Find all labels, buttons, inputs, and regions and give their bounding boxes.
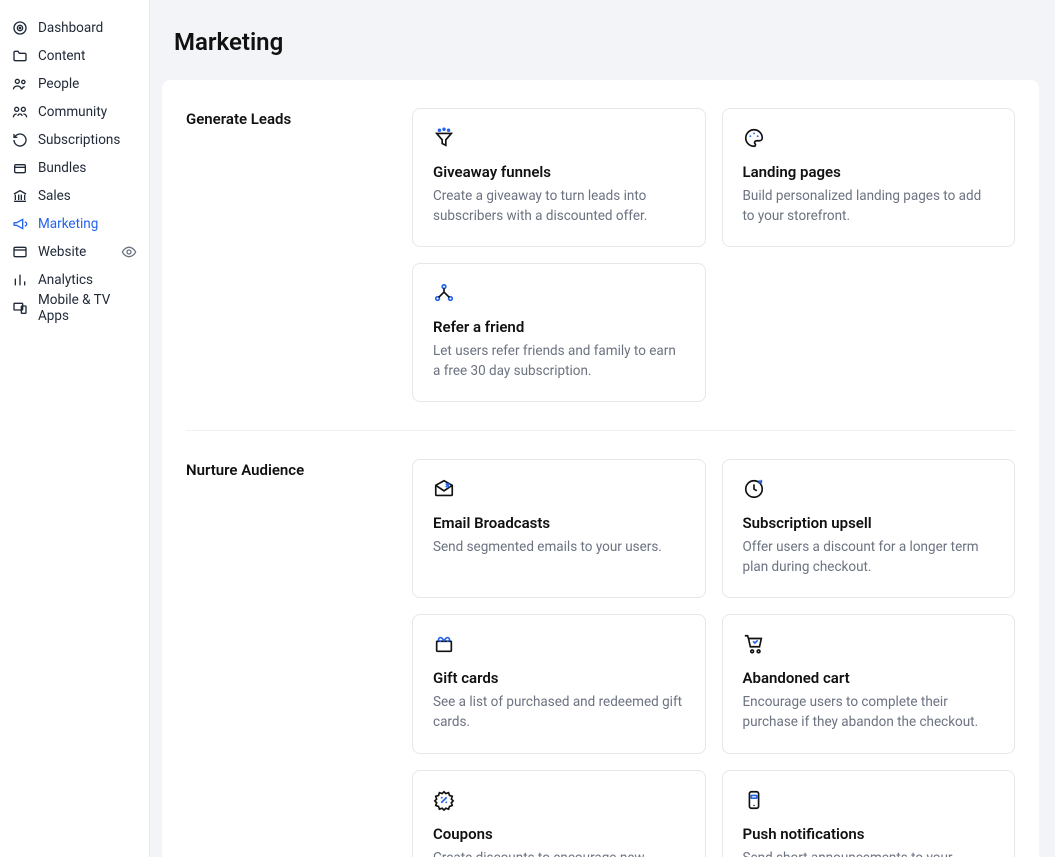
phone-notification-icon bbox=[743, 789, 765, 811]
sidebar-item-people[interactable]: People bbox=[0, 70, 149, 98]
cart-icon bbox=[743, 633, 765, 655]
bank-icon bbox=[12, 188, 28, 204]
sidebar-item-label: Community bbox=[38, 104, 107, 120]
sidebar-item-label: Website bbox=[38, 244, 86, 260]
sidebar-item-label: Bundles bbox=[38, 160, 86, 176]
card-desc: Create a giveaway to turn leads into sub… bbox=[433, 187, 685, 226]
card-title: Landing pages bbox=[743, 163, 995, 181]
eye-icon[interactable] bbox=[121, 244, 137, 260]
sidebar-item-label: Marketing bbox=[38, 216, 98, 232]
card-landing-pages[interactable]: Landing pages Build personalized landing… bbox=[722, 108, 1016, 247]
card-desc: Send short announcements to your mobile … bbox=[743, 849, 995, 857]
folder-icon bbox=[12, 48, 28, 64]
funnel-icon bbox=[433, 127, 455, 149]
sidebar-item-analytics[interactable]: Analytics bbox=[0, 266, 149, 294]
sidebar-item-label: Sales bbox=[38, 188, 71, 204]
sidebar-item-bundles[interactable]: Bundles bbox=[0, 154, 149, 182]
gift-icon bbox=[433, 633, 455, 655]
card-desc: Offer users a discount for a longer term… bbox=[743, 538, 995, 577]
section-nurture-audience: Nurture Audience Email Broadcasts Send s… bbox=[186, 430, 1015, 857]
card-desc: Encourage users to complete their purcha… bbox=[743, 693, 995, 732]
sidebar-item-community[interactable]: Community bbox=[0, 98, 149, 126]
card-coupons[interactable]: Coupons Create discounts to encourage ne… bbox=[412, 770, 706, 857]
card-title: Giveaway funnels bbox=[433, 163, 685, 181]
content-panel: Generate Leads Giveaway funnels Create a… bbox=[162, 80, 1039, 857]
card-grid: Giveaway funnels Create a giveaway to tu… bbox=[412, 108, 1015, 402]
card-desc: Build personalized landing pages to add … bbox=[743, 187, 995, 226]
card-title: Push notifications bbox=[743, 825, 995, 843]
main: Marketing Generate Leads Giveaway funnel… bbox=[150, 0, 1055, 857]
card-desc: Send segmented emails to your users. bbox=[433, 538, 685, 558]
devices-icon bbox=[12, 300, 28, 316]
sidebar-item-sales[interactable]: Sales bbox=[0, 182, 149, 210]
section-label: Generate Leads bbox=[186, 108, 412, 402]
card-refer-a-friend[interactable]: Refer a friend Let users refer friends a… bbox=[412, 263, 706, 402]
sidebar-item-label: Dashboard bbox=[38, 20, 103, 36]
people-icon bbox=[12, 76, 28, 92]
card-desc: Create discounts to encourage new purcha… bbox=[433, 849, 685, 857]
sidebar-item-label: Mobile & TV Apps bbox=[38, 292, 137, 324]
card-gift-cards[interactable]: Gift cards See a list of purchased and r… bbox=[412, 614, 706, 753]
target-icon bbox=[12, 20, 28, 36]
card-desc: Let users refer friends and family to ea… bbox=[433, 342, 685, 381]
bar-chart-icon bbox=[12, 272, 28, 288]
envelope-icon bbox=[433, 478, 455, 500]
card-grid: Email Broadcasts Send segmented emails t… bbox=[412, 459, 1015, 857]
browser-icon bbox=[12, 244, 28, 260]
sidebar-item-subscriptions[interactable]: Subscriptions bbox=[0, 126, 149, 154]
palette-icon bbox=[743, 127, 765, 149]
card-title: Email Broadcasts bbox=[433, 514, 685, 532]
card-title: Subscription upsell bbox=[743, 514, 995, 532]
megaphone-icon bbox=[12, 216, 28, 232]
sidebar-item-website[interactable]: Website bbox=[0, 238, 149, 266]
page-title: Marketing bbox=[150, 0, 1055, 56]
sidebar-item-label: Subscriptions bbox=[38, 132, 120, 148]
package-icon bbox=[12, 160, 28, 176]
sidebar-item-mobile-tv-apps[interactable]: Mobile & TV Apps bbox=[0, 294, 149, 322]
coupon-icon bbox=[433, 789, 455, 811]
share-nodes-icon bbox=[433, 282, 455, 304]
card-title: Refer a friend bbox=[433, 318, 685, 336]
card-desc: See a list of purchased and redeemed gif… bbox=[433, 693, 685, 732]
clock-arrow-icon bbox=[743, 478, 765, 500]
refresh-icon bbox=[12, 132, 28, 148]
card-subscription-upsell[interactable]: Subscription upsell Offer users a discou… bbox=[722, 459, 1016, 598]
card-title: Coupons bbox=[433, 825, 685, 843]
card-title: Abandoned cart bbox=[743, 669, 995, 687]
card-giveaway-funnels[interactable]: Giveaway funnels Create a giveaway to tu… bbox=[412, 108, 706, 247]
sidebar-item-content[interactable]: Content bbox=[0, 42, 149, 70]
section-label: Nurture Audience bbox=[186, 459, 412, 857]
card-push-notifications[interactable]: Push notifications Send short announceme… bbox=[722, 770, 1016, 857]
sidebar-item-marketing[interactable]: Marketing bbox=[0, 210, 149, 238]
sidebar-item-label: People bbox=[38, 76, 79, 92]
section-generate-leads: Generate Leads Giveaway funnels Create a… bbox=[186, 108, 1015, 402]
card-abandoned-cart[interactable]: Abandoned cart Encourage users to comple… bbox=[722, 614, 1016, 753]
sidebar-item-label: Analytics bbox=[38, 272, 93, 288]
sidebar-item-dashboard[interactable]: Dashboard bbox=[0, 14, 149, 42]
sidebar: Dashboard Content People Community Subsc… bbox=[0, 0, 150, 857]
sidebar-item-label: Content bbox=[38, 48, 85, 64]
community-icon bbox=[12, 104, 28, 120]
card-email-broadcasts[interactable]: Email Broadcasts Send segmented emails t… bbox=[412, 459, 706, 598]
card-title: Gift cards bbox=[433, 669, 685, 687]
